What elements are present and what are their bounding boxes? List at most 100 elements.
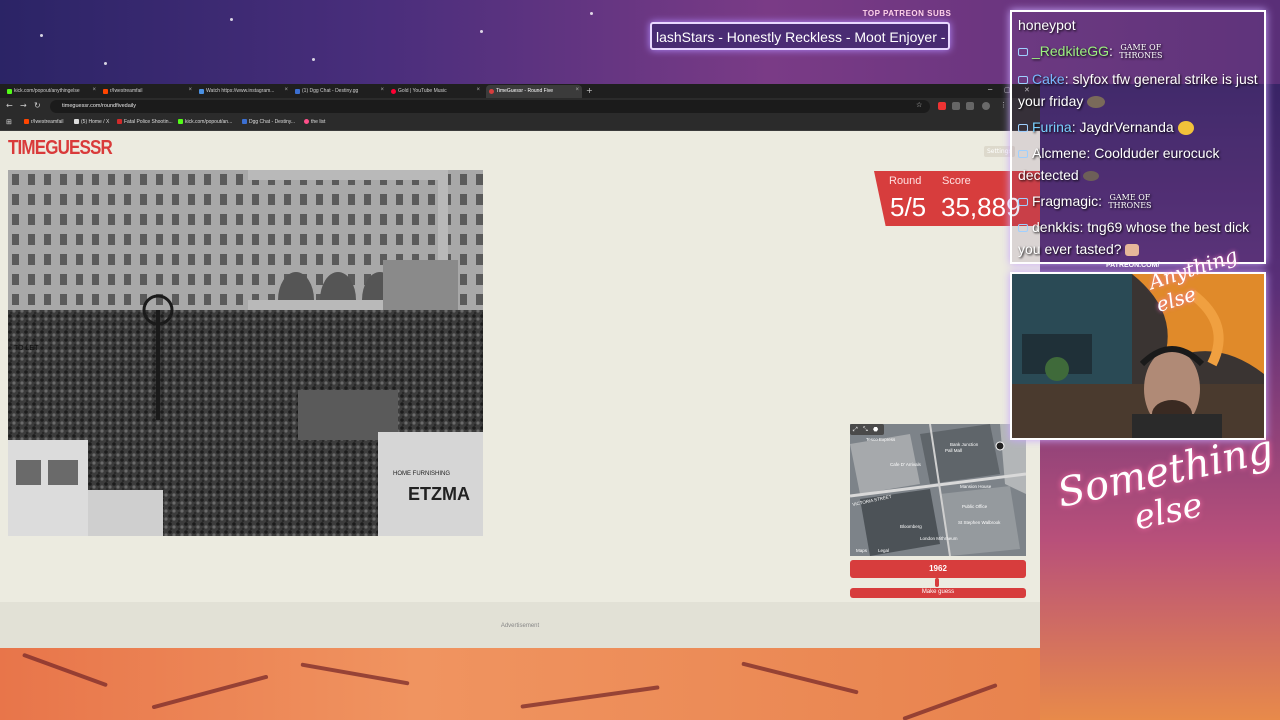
extension-icon[interactable] (952, 102, 960, 110)
reload-icon[interactable]: ↻ (34, 101, 41, 110)
chat-message: Cake: slyfox tfw general strike is just … (1018, 68, 1260, 112)
close-icon[interactable]: × (575, 87, 579, 93)
tab-reddit[interactable]: r/Iwestreamfail × (100, 85, 195, 98)
tab-youtube-music[interactable]: Gold | YouTube Music × (388, 85, 483, 98)
chat-message: Alcmene: Coolduder eurocuck dectected (1018, 142, 1260, 186)
expand-icon[interactable]: ⤢ (853, 426, 858, 434)
subscriber-badge-icon (1018, 150, 1028, 159)
x-icon (74, 119, 79, 124)
bookmark-item[interactable]: r/Iwestreamfail (24, 119, 64, 125)
map-label: Cafe D' Arrivals (890, 462, 921, 467)
new-tab-button[interactable]: + (586, 86, 593, 95)
news-icon (117, 119, 122, 124)
pin-icon[interactable]: ⬣ (873, 426, 878, 433)
advertisement-label: Advertisement (500, 623, 540, 629)
chat-text: : JaydrVernanda (1071, 119, 1174, 135)
background-star (590, 12, 593, 15)
tab-label: TimeGuessr - Round Five (496, 88, 554, 94)
tab-kick-popout[interactable]: kick.com/popout/anythingelse × (4, 85, 99, 98)
background-star (40, 34, 43, 37)
extension-icon[interactable] (938, 102, 946, 110)
chat-message: _RedkiteGG: GAME OF THRONES (1018, 40, 1260, 62)
legal-link[interactable]: Legal (878, 548, 889, 553)
tab-label: (1) Dgg Chat - Destiny.gg (302, 88, 359, 94)
bookmark-label: Dgg Chat - Destiny... (249, 119, 296, 125)
close-icon[interactable]: × (380, 87, 384, 93)
chat-message: honeypot (1018, 14, 1260, 36)
bookmark-icon (304, 119, 309, 124)
year-slider-handle[interactable] (935, 578, 939, 587)
guess-map[interactable]: ⤢ ⤡ ⬣ Tesco Express Pall Mall Cafe D' Ar… (850, 424, 1026, 556)
close-icon[interactable]: × (284, 87, 288, 93)
tab-label: r/Iwestreamfail (110, 88, 143, 94)
timeguessr-logo[interactable]: TIMEGUESSR (8, 137, 113, 160)
tab-timeguessr[interactable]: TimeGuessr - Round Five × (486, 85, 582, 98)
advertisement-strip: Advertisement (0, 602, 1040, 648)
bookmarks-bar: ⊞ r/Iwestreamfail (5) Home / X Fatal Pol… (0, 115, 1040, 131)
reddit-icon (103, 89, 108, 94)
game-of-thrones-emote-icon: GAME OF THRONES (1119, 43, 1163, 61)
close-icon[interactable]: × (188, 87, 192, 93)
close-icon[interactable]: × (476, 87, 480, 93)
chat-text: : (1098, 193, 1103, 209)
bookmark-item[interactable]: Fatal Police Shootin... (117, 119, 173, 125)
ticker-title: TOP PATREON SUBS (862, 9, 952, 18)
bookmark-item[interactable]: kick.com/popout/an... (178, 119, 232, 125)
background-star (104, 62, 107, 65)
bookmark-item[interactable]: (5) Home / X (74, 119, 109, 125)
chat-message: Furina: JaydrVernanda (1018, 116, 1260, 138)
close-icon[interactable]: × (92, 87, 96, 93)
subscriber-badge-icon (1018, 48, 1028, 57)
apple-maps-label: Maps (856, 548, 868, 553)
tab-label: Gold | YouTube Music (398, 88, 447, 94)
photo-truck-sign: ETZMA (408, 484, 470, 504)
back-arrow-icon[interactable]: ← (6, 101, 13, 110)
minimize-icon[interactable]: ─ (988, 86, 992, 94)
stream-chat-overlay: honeypot _RedkiteGG: GAME OF THRONES Cak… (1010, 10, 1266, 264)
chat-username: denkkis (1032, 219, 1080, 235)
bookmark-label: Fatal Police Shootin... (124, 119, 173, 125)
map-label: Tesco Express (866, 437, 896, 442)
ticker-text: lashStars - Honestly Reckless - Moot Enj… (656, 29, 946, 45)
map-label: Pall Mall (945, 448, 963, 453)
patreon-label: PATREON.COM/ (1106, 262, 1160, 269)
kick-icon (178, 119, 183, 124)
bookmark-label: kick.com/popout/an... (185, 119, 233, 125)
chat-text: honeypot (1018, 17, 1076, 33)
bookmark-label: (5) Home / X (81, 119, 110, 125)
dgg-icon (242, 119, 247, 124)
kebab-menu-icon[interactable]: ⋮ (1000, 101, 1008, 109)
tab-bar: kick.com/popout/anythingelse × r/Iwestre… (0, 84, 1040, 98)
bookmark-label: the list (311, 119, 326, 125)
chat-username: _RedkiteGG (1032, 43, 1110, 59)
forward-arrow-icon[interactable]: → (20, 101, 27, 110)
extension-icon[interactable] (966, 102, 974, 110)
map-toolbar: ⤢ ⤡ ⬣ (850, 424, 884, 435)
make-guess-button[interactable]: Make guess (850, 588, 1026, 598)
subscriber-badge-icon (1018, 124, 1028, 133)
map-label: Public Office (962, 504, 988, 509)
reddit-icon (24, 119, 29, 124)
bookmark-item[interactable]: the list (304, 119, 325, 125)
shrink-icon[interactable]: ⤡ (863, 426, 868, 434)
bookmark-star-icon[interactable]: ☆ (916, 101, 924, 109)
score-label: Score (942, 175, 971, 187)
browser-window: kick.com/popout/anythingelse × r/Iwestre… (0, 84, 1040, 648)
tab-dgg-chat[interactable]: (1) Dgg Chat - Destiny.gg × (292, 85, 387, 98)
tab-label: Watch https://www.instagram... (206, 88, 275, 94)
url-field[interactable]: timeguessr.com/roundfivedaily (50, 100, 930, 113)
avatar[interactable] (982, 102, 990, 110)
rock-emote-icon (1082, 171, 1099, 182)
background-star (230, 18, 233, 21)
apps-grid-icon[interactable]: ⊞ (6, 118, 12, 126)
game-of-thrones-emote-icon: GAME OF THRONES (1108, 193, 1152, 211)
youtube-music-icon (391, 89, 396, 94)
map-label: Bloomberg (900, 524, 922, 529)
webcam-illustration (1012, 274, 1264, 438)
subscriber-badge-icon (1018, 224, 1028, 233)
tab-instagram[interactable]: Watch https://www.instagram... × (196, 85, 291, 98)
round-photo[interactable]: TO LET HOME FURNISHING ETZMA (8, 170, 483, 536)
subscriber-badge-icon (1018, 76, 1028, 85)
dgg-icon (295, 89, 300, 94)
bookmark-item[interactable]: Dgg Chat - Destiny... (242, 119, 295, 125)
